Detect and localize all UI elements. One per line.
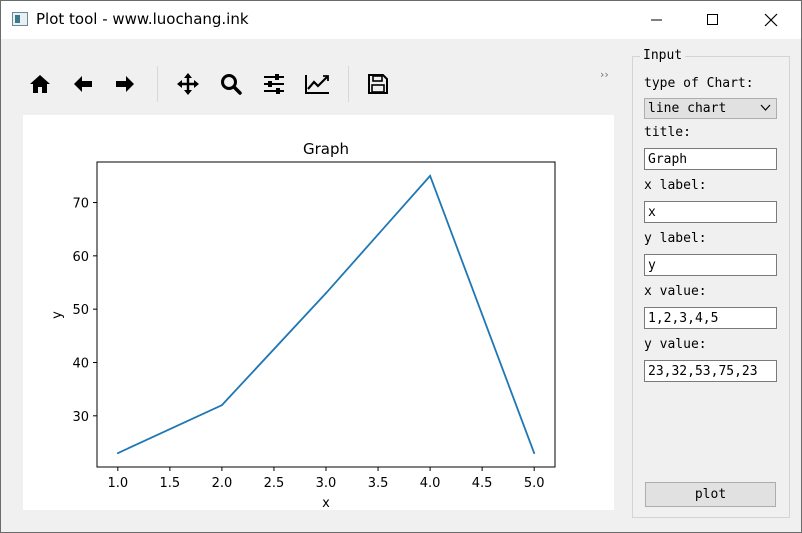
- toolbar-overflow-button[interactable]: ››: [600, 68, 609, 81]
- data-point: [116, 452, 119, 455]
- data-point: [533, 452, 536, 455]
- x-tick-label: 1.0: [107, 476, 128, 491]
- y-tick-label: 70: [72, 197, 89, 212]
- pan-icon: [177, 73, 199, 95]
- close-icon: [764, 13, 778, 27]
- y-tick-label: 30: [72, 410, 89, 425]
- edit-axis-icon: [305, 75, 329, 94]
- title-bar: Plot tool - www.luochang.ink: [1, 1, 801, 39]
- pan-button[interactable]: [168, 62, 208, 106]
- toolbar-separator: [348, 66, 349, 102]
- zoom-icon: [221, 74, 242, 95]
- configure-subplots-icon: [264, 74, 284, 94]
- x-value-field[interactable]: 1,2,3,4,5: [644, 307, 777, 329]
- chart-series: [116, 174, 536, 455]
- x-tick-label: 5.0: [524, 476, 545, 491]
- toolbar-separator: [157, 66, 158, 102]
- x-value-label: x value:: [644, 284, 707, 299]
- y-value-field[interactable]: 23,32,53,75,23: [644, 360, 777, 382]
- maximize-button[interactable]: [684, 1, 742, 39]
- x-tick-label: 3.0: [316, 476, 337, 491]
- window-title: Plot tool - www.luochang.ink: [36, 10, 249, 28]
- home-icon: [30, 75, 50, 93]
- app-icon: [12, 12, 28, 26]
- data-point: [221, 404, 223, 407]
- home-button[interactable]: [20, 62, 60, 106]
- chart-type-select[interactable]: line chart: [644, 98, 777, 119]
- data-point: [429, 174, 431, 177]
- x-tick-label: 2.0: [212, 476, 233, 491]
- y-tick-label: 50: [72, 303, 89, 318]
- y-axis-label: y: [50, 311, 65, 319]
- y-tick-label: 60: [72, 250, 89, 265]
- minimize-icon: [651, 19, 662, 21]
- x-tick-label: 1.5: [160, 476, 181, 491]
- plot-area: [96, 161, 556, 468]
- y-tick-label: 40: [72, 356, 89, 371]
- maximize-icon: [707, 14, 718, 25]
- x-tick-label: 3.5: [368, 476, 389, 491]
- navigation-toolbar: [20, 62, 620, 106]
- forward-button[interactable]: [105, 62, 145, 106]
- data-point: [325, 292, 327, 295]
- x-tick-label: 4.0: [420, 476, 441, 491]
- x-label-label: x label:: [644, 178, 707, 193]
- back-button[interactable]: [63, 62, 103, 106]
- edit-axis-button[interactable]: [297, 62, 337, 106]
- series-line: [117, 174, 536, 454]
- save-button[interactable]: [358, 62, 398, 106]
- save-icon: [368, 74, 388, 94]
- title-field[interactable]: Graph: [644, 148, 777, 170]
- back-arrow-icon: [74, 76, 92, 92]
- minimize-button[interactable]: [628, 1, 686, 39]
- x-axis-ticks: 1.0 1.5 2.0 2.5 3.0 3.5 4.0 4.5 5.0: [107, 467, 545, 491]
- chart-type-value: line chart: [648, 101, 727, 116]
- configure-subplots-button[interactable]: [254, 62, 294, 106]
- x-label-field[interactable]: x: [644, 201, 777, 223]
- chevron-down-icon: [760, 104, 771, 111]
- line-chart: Graph 1.0 1.5 2.0 2.5 3.0 3.5 4.0 4.5 5.0 30 40 50…: [50, 140, 556, 511]
- plot-button[interactable]: plot: [645, 482, 776, 507]
- chart-type-label: type of Chart:: [644, 76, 754, 91]
- chart-title: Graph: [303, 140, 349, 158]
- x-tick-label: 2.5: [264, 476, 285, 491]
- close-button[interactable]: [742, 1, 800, 39]
- title-label: title:: [644, 125, 691, 140]
- plot-canvas[interactable]: Graph 1.0 1.5 2.0 2.5 3.0 3.5 4.0 4.5 5.0 30 40 50…: [23, 115, 614, 511]
- x-tick-label: 4.5: [472, 476, 493, 491]
- y-label-label: y label:: [644, 231, 707, 246]
- y-label-field[interactable]: y: [644, 254, 777, 276]
- x-axis-label: x: [322, 496, 330, 510]
- zoom-button[interactable]: [211, 62, 251, 106]
- y-value-label: y value:: [644, 337, 707, 352]
- input-group-title: Input: [640, 48, 686, 63]
- forward-arrow-icon: [116, 76, 134, 92]
- y-axis-ticks: 30 40 50 60 70: [72, 197, 97, 425]
